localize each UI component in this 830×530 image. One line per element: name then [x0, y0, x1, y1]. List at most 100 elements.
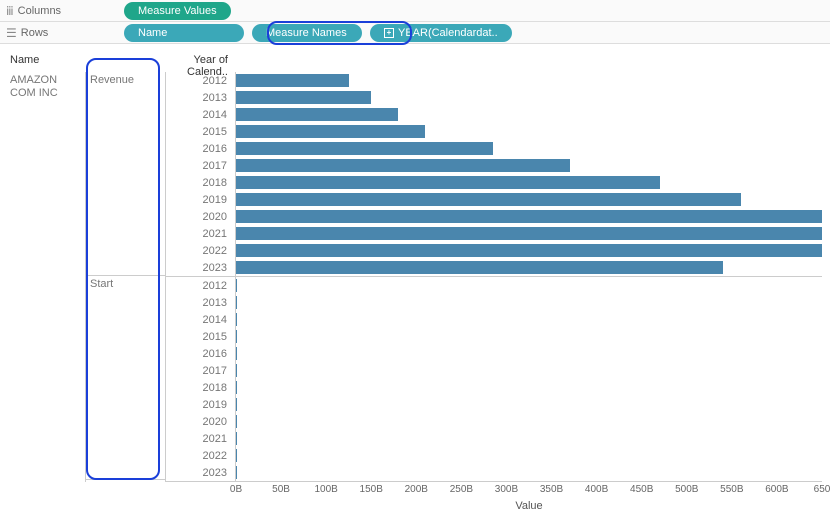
bar-area	[236, 72, 822, 89]
row: 2012	[166, 277, 822, 294]
measure-column: Revenue Start	[86, 72, 166, 482]
axis-tick: 550B	[720, 484, 743, 495]
bar-area	[236, 259, 822, 276]
bar-area	[236, 311, 822, 328]
header-year: Year of Calend..	[166, 54, 236, 72]
pill-name[interactable]: Name	[124, 24, 244, 42]
bar[interactable]	[236, 91, 371, 104]
pill-measure-names[interactable]: Measure Names	[252, 24, 362, 42]
bar[interactable]	[236, 466, 237, 479]
expand-icon: +	[384, 28, 394, 38]
pill-year-calendar[interactable]: + YEAR(Calendardat..	[370, 24, 512, 42]
year-label: 2019	[166, 191, 236, 208]
bar[interactable]	[236, 159, 570, 172]
row: 2018	[166, 379, 822, 396]
year-label: 2014	[166, 106, 236, 123]
bar[interactable]	[236, 313, 237, 326]
bar[interactable]	[236, 74, 349, 87]
row: 2013	[166, 89, 822, 106]
axis-tick: 0B	[230, 484, 242, 495]
columns-shelf: ⅲ Columns Measure Values	[0, 0, 830, 22]
bar-area	[236, 447, 822, 464]
bar-area	[236, 413, 822, 430]
measure-revenue-label: Revenue	[86, 72, 165, 86]
bar[interactable]	[236, 330, 237, 343]
axis-tick: 450B	[630, 484, 653, 495]
bar-area	[236, 157, 822, 174]
columns-label-text: Columns	[18, 5, 61, 17]
year-label: 2013	[166, 89, 236, 106]
bar-area	[236, 208, 822, 225]
viz-header: Name Year of Calend..	[8, 54, 822, 72]
section-revenue: 2012201320142015201620172018201920202021…	[166, 72, 822, 277]
axis-tick: 500B	[675, 484, 698, 495]
axis-tick: 600B	[765, 484, 788, 495]
measure-start-label: Start	[86, 276, 165, 290]
rows-label-text: Rows	[21, 27, 49, 39]
bar[interactable]	[236, 142, 493, 155]
pill-measure-values[interactable]: Measure Values	[124, 2, 231, 20]
columns-icon: ⅲ	[6, 4, 14, 18]
bar-area	[236, 106, 822, 123]
axis-tick: 400B	[585, 484, 608, 495]
year-label: 2013	[166, 294, 236, 311]
bar-area	[236, 345, 822, 362]
row: 2020	[166, 413, 822, 430]
bar[interactable]	[236, 176, 660, 189]
bar[interactable]	[236, 449, 237, 462]
row: 2021	[166, 225, 822, 242]
axis-tick: 50B	[272, 484, 290, 495]
bar[interactable]	[236, 398, 237, 411]
bar-area	[236, 328, 822, 345]
bar[interactable]	[236, 193, 741, 206]
year-label: 2023	[166, 464, 236, 481]
bar[interactable]	[236, 381, 237, 394]
year-label: 2016	[166, 345, 236, 362]
year-label: 2022	[166, 242, 236, 259]
row: 2019	[166, 191, 822, 208]
bar[interactable]	[236, 296, 237, 309]
header-measure	[86, 54, 166, 72]
bar[interactable]	[236, 364, 237, 377]
bar[interactable]	[236, 279, 237, 292]
row: 2017	[166, 362, 822, 379]
row: 2013	[166, 294, 822, 311]
bar[interactable]	[236, 261, 723, 274]
bar[interactable]	[236, 227, 822, 240]
axis-tick: 250B	[450, 484, 473, 495]
bar[interactable]	[236, 415, 237, 428]
bar[interactable]	[236, 210, 822, 223]
year-label: 2012	[166, 277, 236, 294]
bar-area	[236, 225, 822, 242]
columns-label: ⅲ Columns	[6, 4, 116, 18]
year-label: 2020	[166, 413, 236, 430]
year-label: 2015	[166, 123, 236, 140]
bar-area	[236, 430, 822, 447]
bar[interactable]	[236, 347, 237, 360]
year-label: 2017	[166, 362, 236, 379]
name-column: AMAZON COM INC	[8, 72, 86, 482]
bar-area	[236, 242, 822, 259]
row: 2022	[166, 447, 822, 464]
header-name: Name	[8, 54, 86, 72]
axis-tick: 100B	[314, 484, 337, 495]
year-label: 2019	[166, 396, 236, 413]
axis-tick: 650	[814, 484, 830, 495]
row: 2017	[166, 157, 822, 174]
bar[interactable]	[236, 244, 822, 257]
year-label: 2015	[166, 328, 236, 345]
year-bars-column: 2012201320142015201620172018201920202021…	[166, 72, 822, 482]
row: 2023	[166, 259, 822, 276]
company-name: AMAZON COM INC	[8, 72, 85, 102]
bar-area	[236, 174, 822, 191]
row: 2023	[166, 464, 822, 481]
viz-body: AMAZON COM INC Revenue Start 20122013201…	[8, 72, 822, 482]
year-label: 2021	[166, 430, 236, 447]
bar-area	[236, 294, 822, 311]
bar[interactable]	[236, 432, 237, 445]
rows-label: ☰ Rows	[6, 26, 116, 40]
bar[interactable]	[236, 108, 398, 121]
x-axis-title-row: Value	[8, 498, 822, 512]
year-label: 2021	[166, 225, 236, 242]
bar[interactable]	[236, 125, 425, 138]
